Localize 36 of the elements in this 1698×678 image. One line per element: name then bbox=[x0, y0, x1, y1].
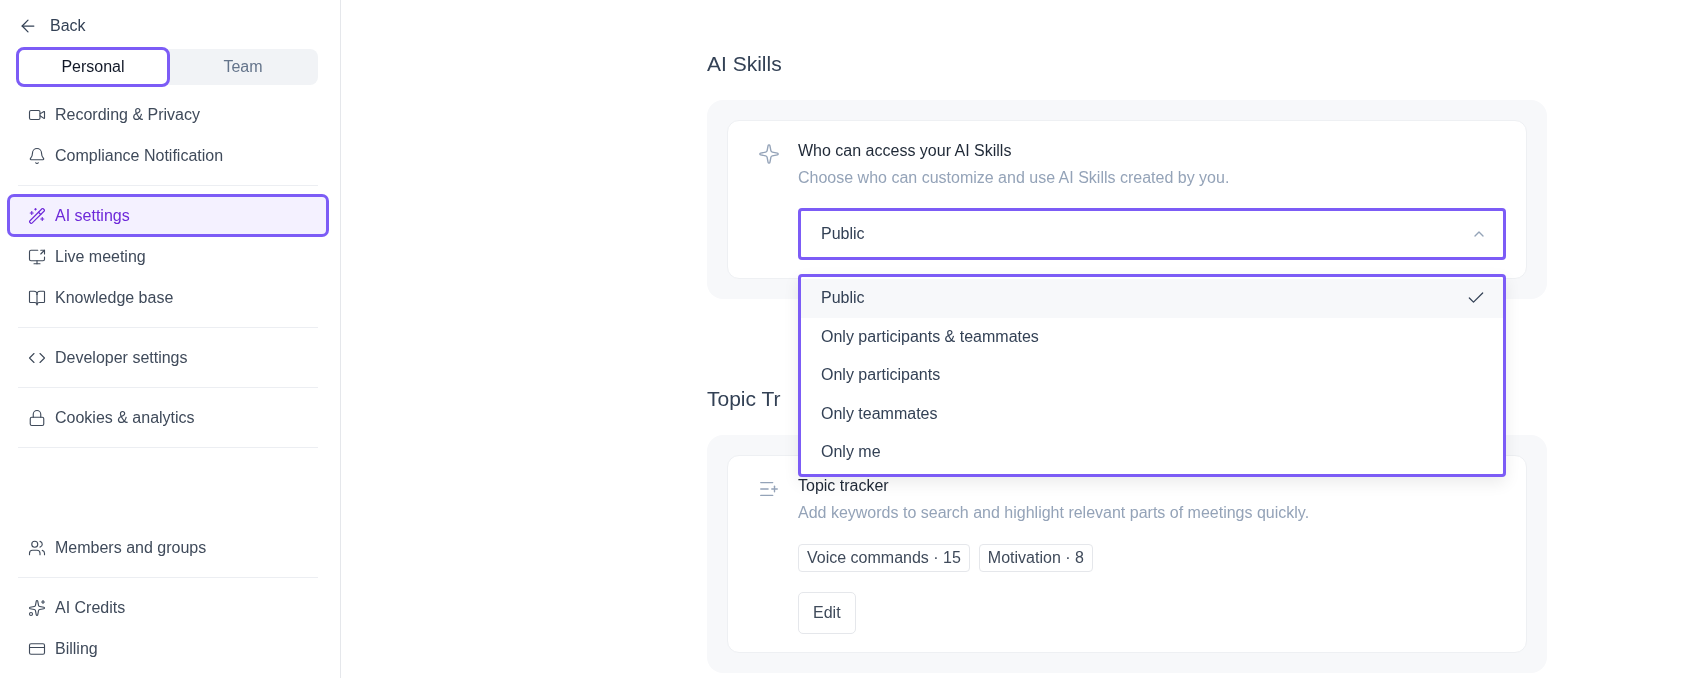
sidebar-item[interactable]: Knowledge base bbox=[18, 277, 318, 318]
dropdown-option[interactable]: Only teammates bbox=[801, 394, 1503, 433]
sidebar-item[interactable]: AI settings bbox=[8, 195, 328, 236]
sidebar-item[interactable]: Recording & Privacy bbox=[18, 94, 318, 135]
setting-title: Who can access your AI Skills bbox=[798, 142, 1013, 160]
sidebar-item[interactable]: AI Credits bbox=[18, 587, 318, 628]
keyword-tag: Motivation · 8 bbox=[978, 544, 1093, 572]
dropdown-option[interactable]: Only me bbox=[801, 433, 1503, 472]
magic-wand-icon bbox=[28, 206, 46, 225]
keyword-tag: Voice commands · 15 bbox=[798, 544, 970, 572]
dropdown-option[interactable]: Only participants bbox=[801, 356, 1503, 395]
dropdown-option[interactable]: Only participants & teammates bbox=[801, 317, 1503, 356]
section-heading: AI Skills bbox=[707, 52, 782, 77]
section-heading: Topic Tr bbox=[707, 387, 781, 412]
setting-description: Add keywords to search and highlight relevant parts of meetings quickly. bbox=[798, 504, 1311, 522]
sidebar-item[interactable]: Members and groups bbox=[18, 527, 318, 568]
users-icon bbox=[28, 538, 46, 557]
setting-description: Choose who can customize and use AI Skills created by you. bbox=[798, 169, 1231, 187]
book-icon bbox=[28, 288, 46, 307]
screen-share-icon bbox=[28, 247, 46, 266]
sidebar-item[interactable]: Live meeting bbox=[18, 236, 318, 277]
sidebar-item[interactable]: Developer settings bbox=[18, 337, 318, 378]
setting-title: Topic tracker bbox=[798, 477, 890, 495]
bell-icon bbox=[28, 146, 46, 165]
back-button[interactable]: Back bbox=[18, 14, 318, 38]
tab[interactable]: Personal bbox=[18, 49, 168, 85]
access-select[interactable]: Public bbox=[798, 208, 1506, 260]
sparkles-icon bbox=[28, 598, 46, 617]
sidebar-item[interactable]: Billing bbox=[18, 628, 318, 669]
sidebar-item[interactable]: Cookies & analytics bbox=[18, 397, 318, 438]
lock-icon bbox=[28, 408, 46, 427]
sidebar-item[interactable]: Compliance Notification bbox=[18, 135, 318, 176]
tab[interactable]: Team bbox=[168, 49, 318, 85]
edit-button[interactable]: Edit bbox=[798, 592, 856, 634]
sparkle-icon bbox=[758, 143, 780, 165]
dropdown-option[interactable]: Public bbox=[801, 279, 1503, 318]
